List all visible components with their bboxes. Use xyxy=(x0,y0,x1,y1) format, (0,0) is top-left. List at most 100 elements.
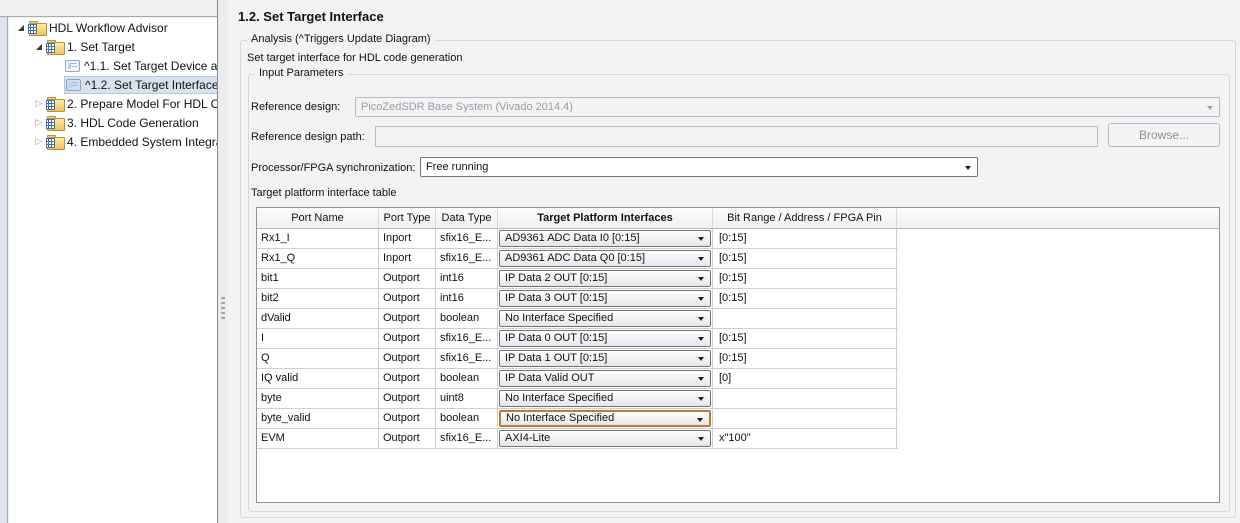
cell-port-name: dValid xyxy=(257,309,379,328)
chevron-down-icon xyxy=(698,297,704,304)
cell-data-type: sfix16_E... xyxy=(436,249,498,268)
tree-item-content[interactable]: 2. Prepare Model For HDL Code xyxy=(46,95,217,113)
tree-item[interactable]: ◢ HDL Workflow Advisor xyxy=(9,18,217,37)
reference-design-dropdown[interactable]: PicoZedSDR Base System (Vivado 2014.4) xyxy=(355,97,1220,117)
table-body: Rx1_IInportsfix16_E...AD9361 ADC Data I0… xyxy=(257,229,1219,449)
task-description: Set target interface for HDL code genera… xyxy=(247,52,462,64)
table-row: bit1Outportint16IP Data 2 OUT [0:15][0:1… xyxy=(257,269,898,289)
cell-target-platform-interface: AD9361 ADC Data Q0 [0:15] xyxy=(498,249,713,268)
cell-port-name: bit2 xyxy=(257,289,379,308)
tree-item-content[interactable]: 3. HDL Code Generation xyxy=(46,114,202,132)
tree-item-content[interactable]: 1. Set Target xyxy=(46,38,138,56)
cell-target-platform-interface: No Interface Specified xyxy=(498,309,713,328)
tree-item[interactable]: ▷3. HDL Code Generation xyxy=(9,113,217,132)
cell-bit-range xyxy=(713,389,897,408)
tree-collapsed-arrow-icon[interactable]: ▷ xyxy=(32,117,46,128)
table-header-row: Port Name Port Type Data Type Target Pla… xyxy=(257,208,1219,229)
sync-value: Free running xyxy=(426,161,488,173)
tree-item[interactable]: ▷ 2. Prepare Model For HDL Code xyxy=(9,94,217,113)
interface-dropdown[interactable]: IP Data Valid OUT xyxy=(499,370,711,387)
tree-item[interactable]: ▷4. Embedded System Integrati xyxy=(9,132,217,151)
cell-port-type: Outport xyxy=(379,389,436,408)
table-row: Rx1_IInportsfix16_E...AD9361 ADC Data I0… xyxy=(257,229,898,249)
cell-port-type: Outport xyxy=(379,369,436,388)
chevron-down-icon xyxy=(698,357,704,364)
tree-item-content[interactable]: HDL Workflow Advisor xyxy=(28,19,171,37)
cell-data-type: boolean xyxy=(436,409,498,428)
target-platform-interface-table: Port Name Port Type Data Type Target Pla… xyxy=(256,207,1220,503)
tree-item-selected[interactable]: ^1.2. Set Target Interface xyxy=(64,76,217,94)
workflow-tree: ◢HDL Workflow Advisor◢1. Set Target^1.1.… xyxy=(9,18,217,523)
interface-dropdown[interactable]: IP Data 1 OUT [0:15] xyxy=(499,350,711,367)
interface-dropdown-value: IP Data Valid OUT xyxy=(505,372,594,384)
interface-dropdown[interactable]: AD9361 ADC Data Q0 [0:15] xyxy=(499,250,711,267)
reference-design-label: Reference design: xyxy=(251,101,340,113)
cell-data-type: int16 xyxy=(436,289,498,308)
cell-port-type: Outport xyxy=(379,269,436,288)
tree-item-label: HDL Workflow Advisor xyxy=(49,21,168,35)
interface-dropdown-value: IP Data 3 OUT [0:15] xyxy=(505,292,607,304)
tree-item-content[interactable]: 4. Embedded System Integrati xyxy=(46,133,217,151)
interface-dropdown[interactable]: AXI4-Lite xyxy=(499,430,711,447)
cell-port-type: Outport xyxy=(379,289,436,308)
interface-dropdown-value: IP Data 0 OUT [0:15] xyxy=(505,332,607,344)
interface-dropdown[interactable]: IP Data 2 OUT [0:15] xyxy=(499,270,711,287)
chevron-down-icon xyxy=(698,257,704,264)
cell-port-type: Outport xyxy=(379,409,436,428)
chevron-down-icon xyxy=(698,377,704,384)
splitter-grip-icon[interactable] xyxy=(221,297,225,319)
tree-expanded-arrow-icon[interactable]: ◢ xyxy=(14,23,28,32)
tree-collapsed-arrow-icon[interactable]: ▷ xyxy=(32,136,46,147)
chevron-down-icon xyxy=(698,337,704,344)
tree-item-label: 2. Prepare Model For HDL Code xyxy=(67,97,217,111)
interface-dropdown[interactable]: No Interface Specified xyxy=(499,390,711,407)
cell-bit-range: [0:15] xyxy=(713,269,897,288)
cell-target-platform-interface: No Interface Specified xyxy=(498,409,713,428)
interface-dropdown-value: AD9361 ADC Data I0 [0:15] xyxy=(505,232,640,244)
cell-target-platform-interface: IP Data Valid OUT xyxy=(498,369,713,388)
workflow-folder-icon xyxy=(47,135,63,148)
cell-target-platform-interface: IP Data 3 OUT [0:15] xyxy=(498,289,713,308)
column-header-port-name: Port Name xyxy=(257,208,379,228)
panel-splitter[interactable] xyxy=(217,0,228,523)
chevron-down-icon xyxy=(698,277,704,284)
hdl-workflow-advisor-window: ◢HDL Workflow Advisor◢1. Set Target^1.1.… xyxy=(0,0,1240,523)
interface-dropdown-value: IP Data 2 OUT [0:15] xyxy=(505,272,607,284)
interface-dropdown-value: AD9361 ADC Data Q0 [0:15] xyxy=(505,252,645,264)
tree-item[interactable]: ◢1. Set Target xyxy=(9,37,217,56)
interface-dropdown[interactable]: IP Data 3 OUT [0:15] xyxy=(499,290,711,307)
table-caption: Target platform interface table xyxy=(251,187,397,199)
tree-item[interactable]: ^1.1. Set Target Device an xyxy=(9,56,217,75)
interface-dropdown[interactable]: No Interface Specified xyxy=(499,310,711,327)
tree-collapsed-arrow-icon[interactable]: ▷ xyxy=(32,98,46,109)
table-row: IOutportsfix16_E...IP Data 0 OUT [0:15][… xyxy=(257,329,898,349)
table-row: Rx1_QInportsfix16_E...AD9361 ADC Data Q0… xyxy=(257,249,898,269)
cell-port-name: I xyxy=(257,329,379,348)
interface-dropdown-value: AXI4-Lite xyxy=(505,432,550,444)
cell-data-type: boolean xyxy=(436,369,498,388)
interface-dropdown[interactable]: IP Data 0 OUT [0:15] xyxy=(499,330,711,347)
interface-dropdown[interactable]: No Interface Specified xyxy=(499,410,711,427)
cell-data-type: sfix16_E... xyxy=(436,229,498,248)
cell-port-type: Outport xyxy=(379,429,436,448)
browse-button[interactable]: Browse... xyxy=(1108,123,1220,147)
cell-target-platform-interface: No Interface Specified xyxy=(498,389,713,408)
interface-dropdown-value: No Interface Specified xyxy=(505,312,613,324)
reference-design-value: PicoZedSDR Base System (Vivado 2014.4) xyxy=(361,101,573,113)
workflow-folder-icon xyxy=(47,40,63,53)
cell-port-name: EVM xyxy=(257,429,379,448)
cell-data-type: uint8 xyxy=(436,389,498,408)
column-header-target-platform-interfaces: Target Platform Interfaces xyxy=(498,208,713,228)
sync-dropdown[interactable]: Free running xyxy=(420,157,978,177)
tree-item[interactable]: ^1.2. Set Target Interface xyxy=(9,75,217,94)
reference-design-path-input[interactable] xyxy=(375,126,1098,147)
page-title: 1.2. Set Target Interface xyxy=(238,9,384,24)
cell-port-type: Outport xyxy=(379,309,436,328)
cell-bit-range: [0] xyxy=(713,369,897,388)
workflow-folder-icon xyxy=(47,116,63,129)
table-row: bit2Outportint16IP Data 3 OUT [0:15][0:1… xyxy=(257,289,898,309)
cell-target-platform-interface: AXI4-Lite xyxy=(498,429,713,448)
interface-dropdown[interactable]: AD9361 ADC Data I0 [0:15] xyxy=(499,230,711,247)
tree-item-content[interactable]: ^1.1. Set Target Device an xyxy=(64,57,217,75)
tree-expanded-arrow-icon[interactable]: ◢ xyxy=(32,42,46,51)
